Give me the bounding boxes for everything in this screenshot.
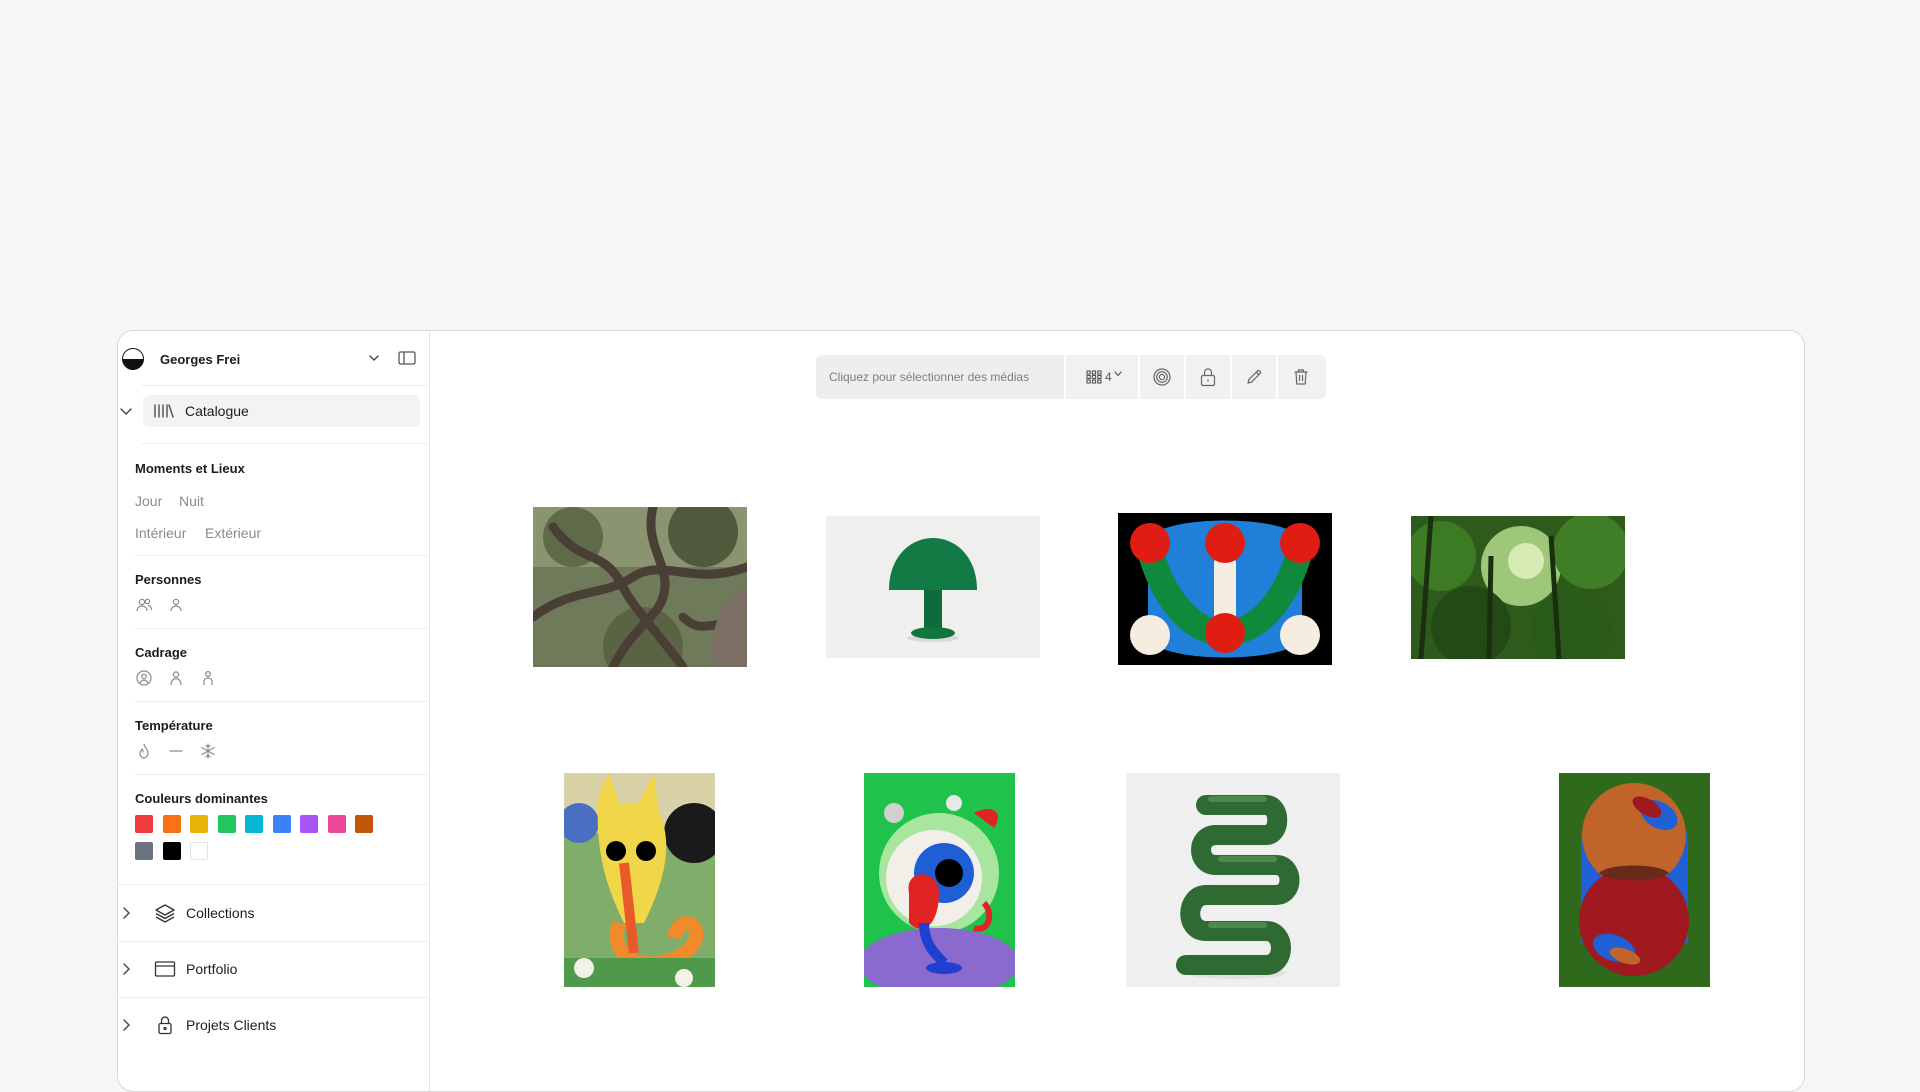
- user-name: Georges Frei: [160, 352, 241, 367]
- pencil-icon: [1247, 369, 1262, 384]
- media-thumbnail-creature-painting[interactable]: [564, 773, 715, 987]
- lock-icon: [158, 1016, 172, 1035]
- sidebar-item-portfolio[interactable]: Portfolio: [118, 951, 424, 987]
- media-thumbnail-abstract-circles[interactable]: [1118, 513, 1332, 665]
- divider: [135, 628, 427, 629]
- sidebar-item-label: Portfolio: [186, 961, 238, 977]
- color-swatch[interactable]: [355, 815, 373, 833]
- media-selection-input[interactable]: [816, 355, 1064, 399]
- sidebar: Georges Frei Catalogue Moments et Lieux …: [118, 331, 430, 1091]
- sidebar-item-collections[interactable]: Collections: [118, 895, 424, 931]
- color-swatch[interactable]: [135, 842, 153, 860]
- user-switcher[interactable]: Georges Frei: [122, 345, 422, 373]
- grid-size-dropdown[interactable]: 4: [1066, 355, 1138, 399]
- chevron-down-icon[interactable]: [118, 403, 134, 419]
- divider: [135, 555, 427, 556]
- color-swatch[interactable]: [190, 815, 208, 833]
- flame-icon[interactable]: [135, 742, 153, 760]
- group-icon[interactable]: [135, 596, 153, 614]
- forest-image: [1411, 516, 1625, 659]
- chevron-down-icon[interactable]: [364, 348, 384, 368]
- catalogue-label: Catalogue: [185, 403, 249, 419]
- media-thumbnail-ribbon-sculpture[interactable]: [1126, 773, 1340, 987]
- color-swatch[interactable]: [217, 815, 236, 833]
- media-thumbnail-tree[interactable]: [533, 507, 747, 667]
- section-title-moments: Moments et Lieux: [135, 461, 245, 476]
- divider: [118, 997, 428, 998]
- divider: [135, 774, 427, 775]
- sidebar-toggle-icon[interactable]: [396, 348, 418, 368]
- person-bust-icon[interactable]: [167, 669, 185, 687]
- color-swatch[interactable]: [162, 842, 181, 860]
- color-swatch[interactable]: [190, 842, 208, 860]
- library-icon: [154, 404, 174, 418]
- lock-icon: [1200, 368, 1216, 387]
- avatar: [122, 348, 144, 370]
- catalogue-pill[interactable]: Catalogue: [143, 395, 420, 427]
- tag-day[interactable]: Jour: [135, 493, 162, 509]
- delete-button[interactable]: [1278, 355, 1324, 399]
- fingerprint-icon: [1153, 368, 1171, 386]
- color-swatch[interactable]: [135, 815, 153, 833]
- divider: [118, 941, 428, 942]
- lock-button[interactable]: [1186, 355, 1230, 399]
- person-icon[interactable]: [167, 596, 185, 614]
- divider: [118, 884, 428, 885]
- section-title-framing: Cadrage: [135, 645, 188, 660]
- media-thumbnail-lamp[interactable]: [826, 516, 1040, 658]
- abstract-circles-image: [1118, 513, 1332, 665]
- media-thumbnail-eyeball[interactable]: [864, 773, 1015, 987]
- snowflake-icon[interactable]: [199, 742, 217, 760]
- app-window: Georges Frei Catalogue Moments et Lieux …: [117, 330, 1805, 1092]
- ribbon-sculpture-image: [1126, 773, 1340, 987]
- grid-column-count: 4: [1105, 370, 1112, 384]
- color-swatch[interactable]: [245, 815, 263, 833]
- divider: [135, 701, 427, 702]
- section-title-colors: Couleurs dominantes: [135, 791, 268, 806]
- sidebar-item-label: Collections: [186, 905, 255, 921]
- tag-night[interactable]: Nuit: [179, 493, 204, 509]
- trash-icon: [1294, 369, 1308, 385]
- media-thumbnail-abstract-ovals[interactable]: [1559, 773, 1710, 987]
- divider: [142, 385, 428, 386]
- face-circle-icon[interactable]: [135, 669, 153, 687]
- edit-button[interactable]: [1232, 355, 1276, 399]
- chevron-right-icon[interactable]: [118, 961, 134, 977]
- color-swatch[interactable]: [300, 815, 318, 833]
- sidebar-item-client-projects[interactable]: Projets Clients: [118, 1007, 424, 1043]
- abstract-ovals-image: [1559, 773, 1710, 987]
- eyeball-image: [864, 773, 1015, 987]
- lamp-image: [826, 516, 1040, 658]
- media-toolbar: 4: [816, 355, 1326, 399]
- color-swatch[interactable]: [162, 815, 181, 833]
- media-thumbnail-forest[interactable]: [1411, 516, 1625, 659]
- color-swatch[interactable]: [327, 815, 346, 833]
- fingerprint-button[interactable]: [1140, 355, 1184, 399]
- chevron-right-icon[interactable]: [118, 905, 134, 921]
- section-title-persons: Personnes: [135, 572, 202, 587]
- grid-icon: [1086, 370, 1102, 384]
- chevron-right-icon[interactable]: [118, 1017, 134, 1033]
- tag-outdoor[interactable]: Extérieur: [205, 525, 261, 541]
- browser-window-icon: [154, 961, 176, 977]
- color-swatch[interactable]: [272, 815, 291, 833]
- tree-image: [533, 507, 747, 667]
- divider: [142, 443, 428, 444]
- layers-icon: [155, 904, 175, 923]
- section-title-temperature: Température: [135, 718, 213, 733]
- chevron-down-icon: [1114, 371, 1122, 377]
- sidebar-item-catalogue[interactable]: Catalogue: [118, 395, 424, 427]
- tag-indoor[interactable]: Intérieur: [135, 525, 186, 541]
- sidebar-item-label: Projets Clients: [186, 1017, 277, 1033]
- creature-painting-image: [564, 773, 715, 987]
- person-full-icon[interactable]: [199, 669, 217, 687]
- neutral-dash-icon[interactable]: [167, 742, 185, 760]
